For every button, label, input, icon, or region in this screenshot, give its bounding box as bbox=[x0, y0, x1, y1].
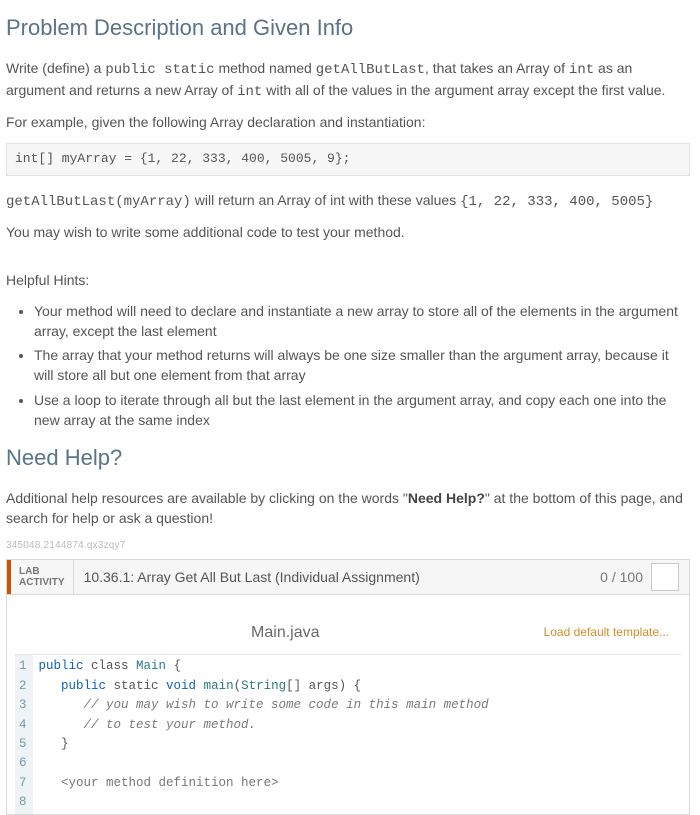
intro-paragraph-3: getAllButLast(myArray) will return an Ar… bbox=[6, 190, 690, 212]
comment: // you may wish to write some code in th… bbox=[39, 698, 489, 712]
placeholder: < bbox=[39, 776, 69, 790]
text: Additional help resources are available … bbox=[6, 490, 408, 506]
code-inline: getAllButLast(myArray) bbox=[6, 194, 191, 210]
text: with all of the values in the argument a… bbox=[262, 82, 665, 98]
list-item: The array that your method returns will … bbox=[34, 345, 690, 386]
code-inline: public static bbox=[105, 62, 214, 78]
type: String bbox=[241, 679, 286, 693]
text: , that takes an Array of bbox=[425, 60, 569, 76]
keyword: public bbox=[39, 659, 84, 673]
text: ( bbox=[234, 679, 242, 693]
code-editor[interactable]: 1 2 3 4 5 6 7 8 public class Main { publ… bbox=[15, 655, 681, 814]
text: } bbox=[39, 737, 69, 751]
load-default-template-link[interactable]: Load default template... bbox=[544, 624, 669, 641]
text: { bbox=[166, 659, 181, 673]
lab-title: 10.36.1: Array Get All But Last (Individ… bbox=[74, 560, 591, 594]
lab-score: 0 / 100 bbox=[590, 560, 689, 594]
comment: // to test your method. bbox=[39, 718, 257, 732]
watermark-id: 345048.2144874.qx3zqy7 bbox=[6, 539, 690, 554]
lab-activity-panel: LAB ACTIVITY 10.36.1: Array Get All But … bbox=[6, 559, 690, 815]
help-paragraph: Additional help resources are available … bbox=[6, 488, 690, 529]
code-inline: getAllButLast bbox=[316, 62, 425, 78]
intro-paragraph-4: You may wish to write some additional co… bbox=[6, 222, 690, 242]
placeholder: > bbox=[271, 776, 279, 790]
line-gutter: 1 2 3 4 5 6 7 8 bbox=[15, 655, 33, 814]
section-heading: Problem Description and Given Info bbox=[6, 12, 690, 44]
hints-heading: Helpful Hints: bbox=[6, 270, 690, 290]
text: method named bbox=[215, 60, 316, 76]
editor-toolbar: Main.java Load default template... bbox=[15, 611, 681, 655]
text: Write (define) a bbox=[6, 60, 105, 76]
code-inline: {1, 22, 333, 400, 5005} bbox=[460, 194, 653, 210]
lab-badge-line2: ACTIVITY bbox=[19, 577, 65, 588]
lab-header: LAB ACTIVITY 10.36.1: Array Get All But … bbox=[7, 560, 689, 595]
code-inline: int bbox=[237, 84, 262, 100]
class-name: Main bbox=[136, 659, 166, 673]
text: class bbox=[84, 659, 137, 673]
score-text: 0 / 100 bbox=[600, 567, 643, 587]
code-inline: int bbox=[569, 62, 594, 78]
example-code-block: int[] myArray = {1, 22, 333, 400, 5005, … bbox=[6, 143, 690, 176]
text bbox=[196, 679, 204, 693]
hints-list: Your method will need to declare and ins… bbox=[6, 301, 690, 431]
text: will return an Array of int with these v… bbox=[191, 192, 460, 208]
text: static bbox=[106, 679, 166, 693]
code-content[interactable]: public class Main { public static void m… bbox=[33, 655, 681, 814]
intro-paragraph-2: For example, given the following Array d… bbox=[6, 112, 690, 132]
need-help-heading: Need Help? bbox=[6, 442, 690, 474]
score-box-icon[interactable] bbox=[651, 563, 679, 591]
method-name: main bbox=[204, 679, 234, 693]
keyword: public bbox=[39, 679, 107, 693]
lab-badge-line1: LAB bbox=[19, 566, 65, 577]
list-item: Use a loop to iterate through all but th… bbox=[34, 390, 690, 431]
lab-activity-badge: LAB ACTIVITY bbox=[11, 560, 74, 594]
placeholder: your method definition here bbox=[69, 776, 272, 790]
need-help-bold: Need Help? bbox=[408, 490, 485, 506]
list-item: Your method will need to declare and ins… bbox=[34, 301, 690, 342]
intro-paragraph-1: Write (define) a public static method na… bbox=[6, 58, 690, 103]
type: void bbox=[166, 679, 196, 693]
editor-filename: Main.java bbox=[27, 621, 544, 644]
text: [] args) { bbox=[286, 679, 361, 693]
